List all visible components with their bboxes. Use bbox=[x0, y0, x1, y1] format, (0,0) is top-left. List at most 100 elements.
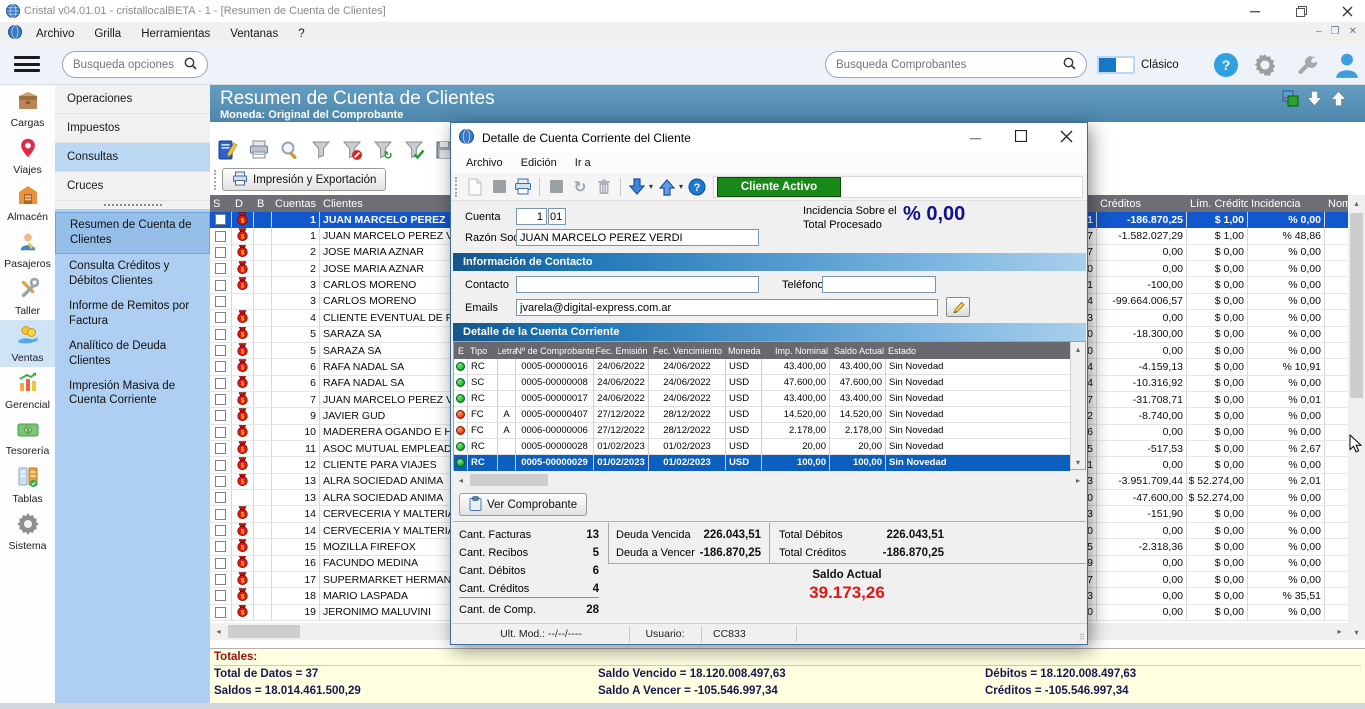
cc-col-estado[interactable]: Estado bbox=[886, 342, 1070, 359]
dialog-menu-ir-a[interactable]: Ir a bbox=[566, 155, 600, 171]
user-profile-icon[interactable] bbox=[1334, 51, 1360, 82]
resize-grip[interactable]: ⠿ bbox=[1079, 633, 1085, 642]
row-checkbox[interactable] bbox=[215, 541, 226, 552]
cc-col-e[interactable]: E bbox=[454, 342, 468, 359]
row-checkbox[interactable] bbox=[215, 476, 226, 487]
row-checkbox[interactable] bbox=[215, 590, 226, 601]
row-checkbox[interactable] bbox=[215, 361, 226, 372]
layout-grid-icon[interactable] bbox=[1282, 90, 1299, 110]
menu-[interactable]: ? bbox=[288, 25, 314, 43]
comprobante-row[interactable]: RC 0005-00000016 24/06/2022 24/06/2022 U… bbox=[454, 359, 1070, 375]
rail-item-cargas[interactable]: Cargas bbox=[0, 85, 55, 132]
row-checkbox[interactable] bbox=[215, 247, 226, 258]
row-checkbox[interactable] bbox=[215, 280, 226, 291]
cc-col-imp-nominal[interactable]: Imp. Nominal bbox=[762, 342, 830, 359]
row-checkbox[interactable] bbox=[215, 525, 226, 536]
contacto-input[interactable] bbox=[516, 276, 759, 293]
scroll-down-icon[interactable]: ▾ bbox=[1348, 624, 1365, 640]
navigate-down-icon[interactable] bbox=[625, 176, 649, 198]
mdi-close-button[interactable]: ✕ bbox=[1349, 26, 1357, 37]
nav-group-cruces[interactable]: Cruces bbox=[55, 172, 210, 201]
row-checkbox[interactable] bbox=[215, 558, 226, 569]
row-checkbox[interactable] bbox=[215, 394, 226, 405]
navigate-up-caret-icon[interactable]: ▾ bbox=[679, 182, 683, 191]
row-checkbox[interactable] bbox=[215, 509, 226, 520]
col-header-cuentas[interactable]: Cuentas bbox=[272, 195, 320, 212]
row-checkbox[interactable] bbox=[215, 460, 226, 471]
arrow-up-icon[interactable] bbox=[1330, 90, 1347, 110]
search-grid-icon[interactable] bbox=[278, 138, 302, 162]
scroll-left-icon[interactable]: ◂ bbox=[210, 623, 227, 640]
cc-scroll-up-icon[interactable]: ▴ bbox=[1071, 342, 1085, 356]
row-checkbox[interactable] bbox=[215, 329, 226, 340]
nav-item-analitico-de-deuda-clientes[interactable]: Analítico de Deuda Clientes bbox=[55, 334, 210, 374]
rail-item-viajes[interactable]: Viajes bbox=[0, 132, 55, 179]
row-checkbox[interactable] bbox=[215, 312, 226, 323]
hamburger-menu-icon[interactable] bbox=[14, 53, 40, 75]
row-checkbox[interactable] bbox=[215, 263, 226, 274]
razon-social-input[interactable] bbox=[516, 229, 759, 246]
mdi-restore-button[interactable]: ❐ bbox=[1331, 26, 1340, 37]
filter-reapply-icon[interactable]: ↻ bbox=[371, 138, 395, 162]
menu-grilla[interactable]: Grilla bbox=[84, 25, 131, 43]
dialog-toolbar-grip[interactable] bbox=[455, 177, 459, 197]
wrench-icon[interactable] bbox=[1294, 53, 1320, 80]
menu-herramientas[interactable]: Herramientas bbox=[131, 25, 220, 43]
col-header-s[interactable]: S bbox=[210, 195, 232, 212]
rail-item-taller[interactable]: Taller bbox=[0, 273, 55, 320]
rail-item-almacen[interactable]: Almacén bbox=[0, 179, 55, 226]
col-header-nom[interactable]: Nom bbox=[1325, 195, 1348, 212]
row-checkbox[interactable] bbox=[215, 427, 226, 438]
edit-emails-button[interactable] bbox=[946, 297, 970, 317]
print-export-button[interactable]: Impresión y Exportación bbox=[222, 168, 386, 191]
search-options-input[interactable] bbox=[73, 59, 183, 71]
rail-item-tablas[interactable]: Tablas bbox=[0, 461, 55, 508]
row-checkbox[interactable] bbox=[215, 345, 226, 356]
cc-scroll-right-icon[interactable]: ▸ bbox=[1070, 472, 1086, 488]
ver-comprobante-button[interactable]: Ver Comprobante bbox=[459, 493, 587, 516]
settings-gear-icon[interactable] bbox=[1252, 52, 1278, 81]
restore-button[interactable] bbox=[1293, 3, 1309, 19]
cc-col-n-de-comprobante[interactable]: Nº de Comprobante bbox=[516, 342, 594, 359]
edit-grid-icon[interactable] bbox=[216, 138, 240, 162]
row-checkbox[interactable] bbox=[215, 443, 226, 454]
filter-remove-icon[interactable] bbox=[340, 138, 364, 162]
col-header-d[interactable]: D bbox=[232, 195, 254, 212]
cc-scroll-down-icon[interactable]: ▾ bbox=[1071, 455, 1085, 469]
rail-item-pasajeros[interactable]: Pasajeros bbox=[0, 226, 55, 273]
col-header-limite[interactable]: Lím. Crédito bbox=[1187, 195, 1248, 212]
dialog-titlebar[interactable]: Detalle de Cuenta Corriente del Cliente bbox=[451, 123, 1087, 153]
col-header-b[interactable]: B bbox=[254, 195, 272, 212]
dialog-menu-edicion[interactable]: Edición bbox=[512, 155, 566, 171]
cc-scroll-left-icon[interactable]: ◂ bbox=[453, 472, 469, 488]
client-active-badge[interactable]: Cliente Activo bbox=[717, 177, 841, 197]
save-icon[interactable] bbox=[487, 176, 511, 198]
row-checkbox[interactable] bbox=[215, 492, 226, 503]
cc-col-letra[interactable]: Letra bbox=[498, 342, 516, 359]
new-document-icon[interactable] bbox=[463, 176, 487, 198]
toolbar-grip[interactable] bbox=[214, 170, 218, 190]
print-icon[interactable] bbox=[247, 138, 271, 162]
dialog-minimize-button[interactable] bbox=[970, 130, 982, 146]
row-checkbox[interactable] bbox=[215, 607, 226, 618]
filter-icon[interactable] bbox=[309, 138, 333, 162]
nav-group-consultas[interactable]: Consultas bbox=[55, 143, 210, 172]
rail-item-gerencial[interactable]: Gerencial bbox=[0, 367, 55, 414]
mdi-minimize-button[interactable]: ‒ bbox=[1316, 26, 1322, 37]
comprobante-row[interactable]: FC A 0005-00000407 27/12/2022 28/12/2022… bbox=[454, 407, 1070, 423]
emails-input[interactable] bbox=[516, 299, 938, 316]
search-options-box[interactable] bbox=[62, 51, 208, 78]
nav-item-resumen-de-cuenta-de-clientes[interactable]: Resumen de Cuenta de Clientes bbox=[55, 212, 210, 254]
cuenta-input[interactable] bbox=[516, 208, 547, 225]
nav-item-consulta-creditos-y-debitos-clientes[interactable]: Consulta Créditos y Débitos Clientes bbox=[55, 254, 210, 294]
dialog-help-icon[interactable]: ? bbox=[685, 176, 709, 198]
cc-col-fec-vencimiento[interactable]: Fec. Vencimiento bbox=[649, 342, 726, 359]
search-comprobantes-box[interactable] bbox=[825, 51, 1087, 78]
print-document-icon[interactable] bbox=[511, 176, 535, 198]
navigate-down-caret-icon[interactable]: ▾ bbox=[649, 182, 653, 191]
comprobante-row[interactable]: FC A 0006-00000006 27/12/2022 28/12/2022… bbox=[454, 423, 1070, 439]
nav-group-operaciones[interactable]: Operaciones bbox=[55, 85, 210, 114]
scroll-up-icon[interactable]: ▴ bbox=[1348, 195, 1365, 211]
nav-group-impuestos[interactable]: Impuestos bbox=[55, 114, 210, 143]
cc-col-saldo-actual[interactable]: Saldo Actual bbox=[830, 342, 886, 359]
